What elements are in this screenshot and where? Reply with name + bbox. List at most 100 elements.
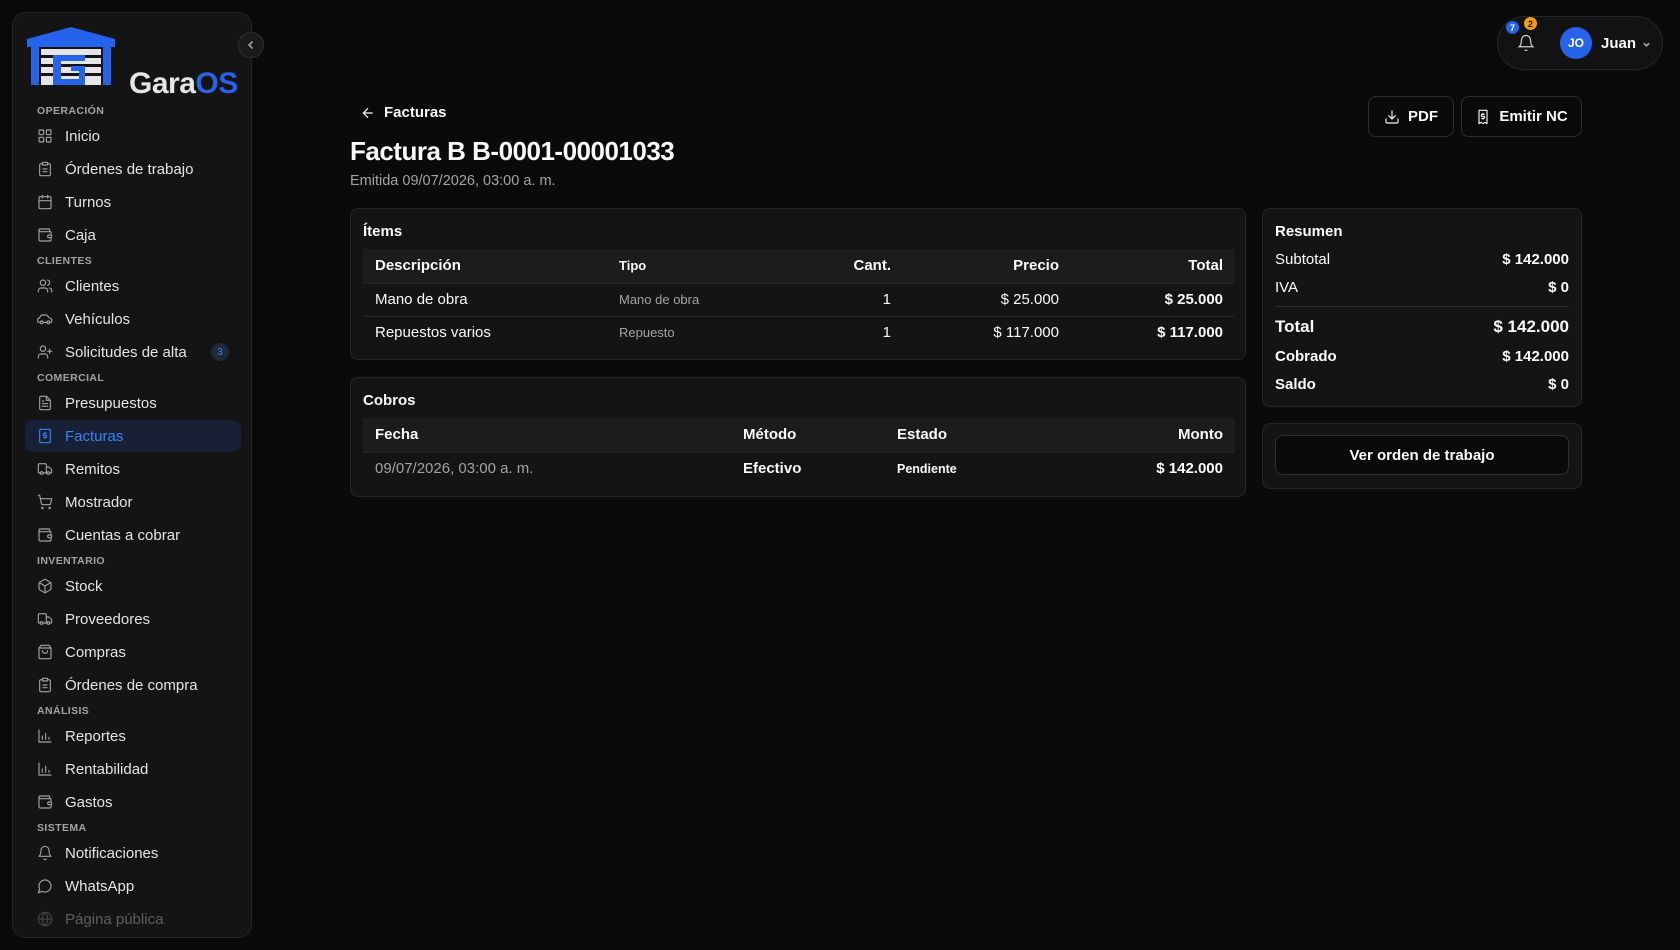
notifications-button[interactable]: 7 2 — [1503, 17, 1543, 71]
cell-monto: $ 142.000 — [1065, 451, 1235, 485]
message-icon — [37, 879, 52, 894]
chevron-down-icon[interactable] — [1642, 40, 1651, 49]
garaos-logo[interactable]: GaraOS — [27, 27, 251, 100]
sidebar-item-label: Proveedores — [65, 610, 151, 628]
table-row: 09/07/2026, 03:00 a. m. Efectivo Pendien… — [363, 451, 1235, 485]
items-card-title: Ítems — [363, 223, 403, 240]
avatar[interactable]: JO — [1560, 27, 1592, 59]
emitir-nc-button[interactable]: Emitir NC — [1461, 96, 1582, 137]
sidebar-item-cuentas-a-cobrar[interactable]: Cuentas a cobrar — [25, 519, 241, 551]
sidebar-item-mostrador[interactable]: Mostrador — [25, 486, 241, 518]
sidebar: GaraOS OPERACIÓN Inicio Órdenes de trabajo… — [12, 12, 252, 938]
sidebar-item-facturas[interactable]: Facturas — [25, 420, 241, 452]
sidebar-item-stock[interactable]: Stock — [25, 570, 241, 602]
truck-icon — [37, 613, 53, 625]
cell-descripcion: Repuestos varios — [363, 315, 607, 349]
sidebar-item-label: Vehículos — [65, 310, 131, 328]
sidebar-item-presupuestos[interactable]: Presupuestos — [25, 387, 241, 419]
sidebar-item-label: Turnos — [65, 193, 112, 211]
sidebar-item-label: Stock — [65, 577, 103, 595]
sidebar-item-label: Notificaciones — [65, 844, 159, 862]
total-label: Total — [1275, 317, 1315, 336]
table-row: Repuestos varios Repuesto 1 $ 117.000 $ … — [363, 315, 1235, 349]
sidebar-item-ordenes-de-trabajo[interactable]: Órdenes de trabajo — [25, 153, 241, 185]
cobrado-row: Cobrado $ 142.000 — [1275, 348, 1569, 365]
sidebar-item-vehiculos[interactable]: Vehículos — [25, 303, 241, 335]
cell-fecha: 09/07/2026, 03:00 a. m. — [363, 451, 731, 485]
user-name[interactable]: Juan — [1601, 35, 1636, 52]
sidebar-item-label: Órdenes de compra — [65, 676, 198, 694]
saldo-value: $ 0 — [1548, 376, 1569, 393]
subtotal-row: Subtotal $ 142.000 — [1275, 251, 1569, 268]
cobros-card-title: Cobros — [363, 392, 416, 409]
resumen-card: Resumen Subtotal $ 142.000 IVA $ 0 Total… — [1262, 208, 1582, 407]
cell-cant: 1 — [807, 282, 903, 316]
subtotal-label: Subtotal — [1275, 251, 1331, 268]
sidebar-item-rentabilidad[interactable]: Rentabilidad — [25, 753, 241, 785]
pdf-button[interactable]: PDF — [1368, 96, 1454, 137]
users-icon — [37, 279, 53, 293]
wallet-icon — [38, 795, 53, 809]
sidebar-item-solicitudes-de-alta[interactable]: Solicitudes de alta 3 — [25, 336, 241, 368]
sidebar-item-inicio[interactable]: Inicio — [25, 120, 241, 152]
sidebar-item-label: Gastos — [65, 793, 113, 811]
cell-total: $ 117.000 — [1071, 315, 1235, 349]
sidebar-item-clientes[interactable]: Clientes — [25, 270, 241, 302]
items-card: Ítems Descripción Tipo Cant. Precio Tota… — [350, 208, 1246, 360]
sidebar-item-label: Remitos — [65, 460, 121, 478]
sidebar-item-turnos[interactable]: Turnos — [25, 186, 241, 218]
cell-metodo: Efectivo — [731, 451, 885, 485]
sidebar-item-gastos[interactable]: Gastos — [25, 786, 241, 818]
ver-orden-button[interactable]: Ver orden de trabajo — [1275, 435, 1569, 475]
section-label-analisis: ANÁLISIS — [37, 705, 90, 717]
sidebar-item-label: Mostrador — [65, 493, 133, 511]
col-precio: Precio — [903, 249, 1071, 283]
sidebar-item-label: Inicio — [65, 127, 101, 145]
sidebar-item-pagina-publica[interactable]: Página pública — [25, 903, 241, 935]
pdf-button-label: PDF — [1408, 108, 1438, 125]
garage-logo-icon — [27, 27, 115, 85]
col-descripcion: Descripción — [363, 249, 607, 283]
receipt-icon — [39, 428, 51, 444]
total-value: $ 142.000 — [1493, 317, 1569, 336]
page-subtitle: Emitida 09/07/2026, 03:00 a. m. — [350, 173, 556, 189]
alert-count-badge: 2 — [1524, 17, 1537, 30]
bell-icon — [38, 845, 52, 861]
back-link[interactable]: Facturas — [360, 104, 447, 121]
iva-value: $ 0 — [1548, 279, 1569, 296]
count-badge: 3 — [211, 343, 229, 361]
sidebar-item-label: Cuentas a cobrar — [65, 526, 181, 544]
sidebar-item-proveedores[interactable]: Proveedores — [25, 603, 241, 635]
cobros-card: Cobros Fecha Método Estado Monto 09/07/2… — [350, 377, 1246, 497]
grid-icon — [38, 129, 52, 143]
cobrado-value: $ 142.000 — [1502, 348, 1569, 365]
col-estado: Estado — [885, 418, 1065, 452]
saldo-label: Saldo — [1275, 376, 1316, 393]
clipboard-icon — [39, 677, 51, 693]
sidebar-item-compras[interactable]: Compras — [25, 636, 241, 668]
sidebar-item-label: Órdenes de trabajo — [65, 160, 194, 178]
collapse-sidebar-button[interactable] — [238, 32, 264, 58]
col-tipo: Tipo — [607, 249, 807, 283]
clipboard-icon — [39, 161, 51, 177]
shopping-bag-icon — [38, 644, 52, 660]
sidebar-item-notificaciones[interactable]: Notificaciones — [25, 837, 241, 869]
cobros-table: Fecha Método Estado Monto 09/07/2026, 03… — [363, 418, 1235, 485]
wallet-icon — [38, 228, 53, 242]
status-badge: Pendiente — [885, 451, 1065, 485]
truck-icon — [37, 463, 53, 475]
col-fecha: Fecha — [363, 418, 731, 452]
arrow-left-icon — [362, 107, 373, 118]
emitir-nc-button-label: Emitir NC — [1499, 108, 1568, 125]
sidebar-item-caja[interactable]: Caja — [25, 219, 241, 251]
section-label-operacion: OPERACIÓN — [37, 105, 105, 117]
sidebar-item-whatsapp[interactable]: WhatsApp — [25, 870, 241, 902]
cell-descripcion: Mano de obra — [363, 282, 607, 316]
col-total: Total — [1071, 249, 1235, 283]
car-icon — [37, 314, 53, 325]
receipt-icon — [1478, 109, 1488, 124]
sidebar-item-reportes[interactable]: Reportes — [25, 720, 241, 752]
sidebar-item-remitos[interactable]: Remitos — [25, 453, 241, 485]
notification-count-badge: 7 — [1506, 21, 1519, 34]
sidebar-item-ordenes-de-compra[interactable]: Órdenes de compra — [25, 669, 241, 701]
